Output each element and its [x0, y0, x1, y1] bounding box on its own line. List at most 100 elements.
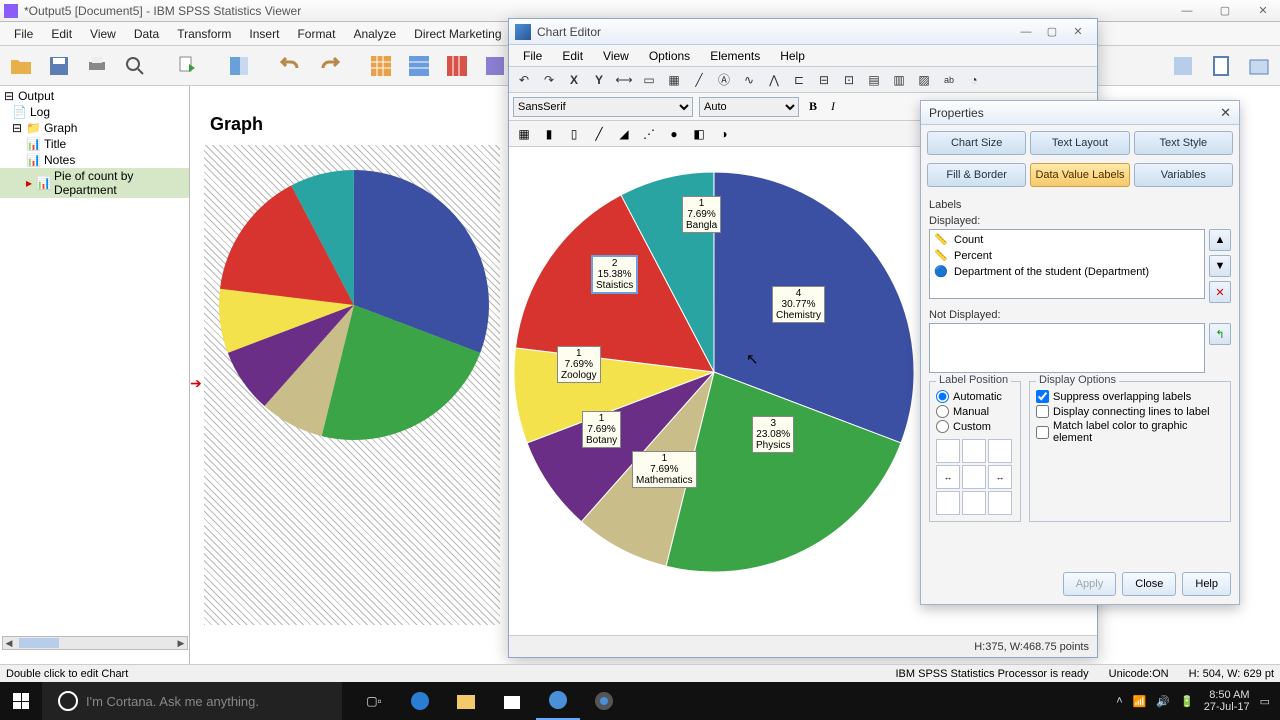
- add-button[interactable]: ↰: [1209, 323, 1231, 345]
- data-label-staistics[interactable]: 215.38%Staistics: [592, 256, 637, 293]
- ce-ref-line-h-button[interactable]: ⊟: [813, 70, 835, 90]
- open-button[interactable]: [4, 49, 38, 83]
- font-family-select[interactable]: SansSerif: [513, 97, 693, 117]
- outline-log[interactable]: 📄Log: [0, 104, 189, 120]
- tab-data-value-labels[interactable]: Data Value Labels: [1030, 163, 1129, 187]
- ce-menu-options[interactable]: Options: [639, 47, 700, 65]
- tab-text-style[interactable]: Text Style: [1134, 131, 1233, 155]
- cortana-search[interactable]: I'm Cortana. Ask me anything.: [42, 682, 342, 720]
- font-size-select[interactable]: Auto: [699, 97, 799, 117]
- ce-area-button[interactable]: ◢: [613, 124, 635, 144]
- ce-stacked-bar-button[interactable]: ▯: [563, 124, 585, 144]
- outline-notes[interactable]: 📊Notes: [0, 152, 189, 168]
- save-button[interactable]: [42, 49, 76, 83]
- designate-window-button[interactable]: [1204, 49, 1238, 83]
- tray-network-icon[interactable]: 📶: [1133, 695, 1147, 708]
- tab-chart-size[interactable]: Chart Size: [927, 131, 1026, 155]
- goto-case-button[interactable]: [402, 49, 436, 83]
- data-label-botany[interactable]: 17.69%Botany: [582, 411, 621, 448]
- variables-button[interactable]: [478, 49, 512, 83]
- ce-labels-button[interactable]: ab: [938, 70, 960, 90]
- notifications-icon[interactable]: ▭: [1260, 695, 1270, 708]
- ce-y-axis-button[interactable]: Y: [588, 70, 610, 90]
- displayed-item[interactable]: 🔵Department of the student (Department): [932, 264, 1202, 280]
- recall-dialog-button[interactable]: [222, 49, 256, 83]
- ce-undo-button[interactable]: ↶: [513, 70, 535, 90]
- properties-titlebar[interactable]: Properties ✕: [921, 101, 1239, 125]
- ce-fit-curve-button[interactable]: ∿: [738, 70, 760, 90]
- match-color-checkbox[interactable]: Match label color to graphic element: [1036, 420, 1224, 444]
- system-tray[interactable]: ˄ 📶 🔊 🔋 8:50 AM 27-Jul-17 ▭: [1106, 689, 1280, 713]
- task-view-button[interactable]: ▢▫: [352, 682, 396, 720]
- data-label-chemistry[interactable]: 430.77%Chemistry: [772, 286, 825, 323]
- chart-object[interactable]: ➔: [204, 145, 500, 625]
- close-button[interactable]: ✕: [1250, 3, 1276, 19]
- minimize-button[interactable]: —: [1174, 3, 1200, 19]
- ce-grid-h-button[interactable]: ▥: [888, 70, 910, 90]
- ce-histogram-button[interactable]: ⊏: [788, 70, 810, 90]
- displayed-item[interactable]: 📏Count: [932, 232, 1202, 248]
- outline-title[interactable]: 📊Title: [0, 136, 189, 152]
- outline-pane[interactable]: ⊟Output 📄Log ⊟📁Graph 📊Title 📊Notes ▸📊Pie…: [0, 86, 190, 706]
- ce-redo-button[interactable]: ↷: [538, 70, 560, 90]
- spss-taskbar-icon[interactable]: [536, 682, 580, 720]
- ce-line-chart-button[interactable]: ╱: [588, 124, 610, 144]
- menu-transform[interactable]: Transform: [169, 25, 239, 43]
- export-button[interactable]: [170, 49, 204, 83]
- data-label-bangla[interactable]: 17.69%Bangla: [682, 196, 721, 233]
- menu-data[interactable]: Data: [126, 25, 167, 43]
- connecting-lines-checkbox[interactable]: Display connecting lines to label: [1036, 405, 1224, 418]
- bold-button[interactable]: B: [805, 99, 821, 114]
- ce-transpose-button[interactable]: ⟷: [613, 70, 635, 90]
- ce-menu-file[interactable]: File: [513, 47, 552, 65]
- menu-direct-marketing[interactable]: Direct Marketing: [406, 25, 509, 43]
- print-preview-button[interactable]: [118, 49, 152, 83]
- ce-menu-edit[interactable]: Edit: [552, 47, 593, 65]
- taskbar-clock[interactable]: 8:50 AM 27-Jul-17: [1204, 689, 1250, 713]
- ce-3d-button[interactable]: ◧: [688, 124, 710, 144]
- ce-menu-view[interactable]: View: [593, 47, 639, 65]
- apply-button[interactable]: Apply: [1063, 572, 1117, 596]
- chrome-taskbar-icon[interactable]: [582, 682, 626, 720]
- remove-button[interactable]: ✕: [1209, 281, 1231, 303]
- undo-button[interactable]: [274, 49, 308, 83]
- ce-menu-elements[interactable]: Elements: [700, 47, 770, 65]
- outline-scrollbar[interactable]: ◀▶: [2, 636, 188, 650]
- menu-view[interactable]: View: [82, 25, 124, 43]
- ce-grid-v-button[interactable]: ▨: [913, 70, 935, 90]
- select-last-output-button[interactable]: [1166, 49, 1200, 83]
- ce-maximize-button[interactable]: ▢: [1039, 24, 1065, 40]
- data-label-zoology[interactable]: 17.69%Zoology: [557, 346, 601, 383]
- radio-custom[interactable]: Custom: [936, 420, 1014, 433]
- close-button-props[interactable]: Close: [1122, 572, 1176, 596]
- file-explorer-taskbar-icon[interactable]: [444, 682, 488, 720]
- menu-format[interactable]: Format: [289, 25, 343, 43]
- ce-ref-line-v-button[interactable]: ⊡: [838, 70, 860, 90]
- radio-automatic[interactable]: Automatic: [936, 390, 1014, 403]
- ce-select-button[interactable]: ▦: [513, 124, 535, 144]
- menu-analyze[interactable]: Analyze: [345, 25, 404, 43]
- tray-volume-icon[interactable]: 🔊: [1156, 695, 1170, 708]
- ce-menu-help[interactable]: Help: [770, 47, 815, 65]
- displayed-listbox[interactable]: 📏Count📏Percent🔵Department of the student…: [929, 229, 1205, 299]
- ce-interpolate-button[interactable]: ⋀: [763, 70, 785, 90]
- redo-button[interactable]: [312, 49, 346, 83]
- tab-variables[interactable]: Variables: [1134, 163, 1233, 187]
- position-grid[interactable]: ↔↔: [936, 439, 1014, 515]
- ce-line-button[interactable]: ╱: [688, 70, 710, 90]
- displayed-item[interactable]: 📏Percent: [932, 248, 1202, 264]
- data-label-physics[interactable]: 323.08%Physics: [752, 416, 794, 453]
- help-button[interactable]: Help: [1182, 572, 1231, 596]
- outline-pie-chart[interactable]: ▸📊Pie of count by Department: [0, 168, 189, 198]
- maximize-button[interactable]: ▢: [1212, 3, 1238, 19]
- radio-manual[interactable]: Manual: [936, 405, 1014, 418]
- move-down-button[interactable]: ▼: [1209, 255, 1231, 277]
- not-displayed-listbox[interactable]: [929, 323, 1205, 373]
- windows-taskbar[interactable]: I'm Cortana. Ask me anything. ▢▫ ˄ 📶 🔊 🔋…: [0, 682, 1280, 720]
- ce-minimize-button[interactable]: —: [1013, 24, 1039, 40]
- outline-graph[interactable]: ⊟📁Graph: [0, 120, 189, 136]
- menu-file[interactable]: File: [6, 25, 41, 43]
- outline-root[interactable]: ⊟Output: [0, 88, 189, 104]
- ce-border-button[interactable]: ▦: [663, 70, 685, 90]
- goto-data-button[interactable]: [364, 49, 398, 83]
